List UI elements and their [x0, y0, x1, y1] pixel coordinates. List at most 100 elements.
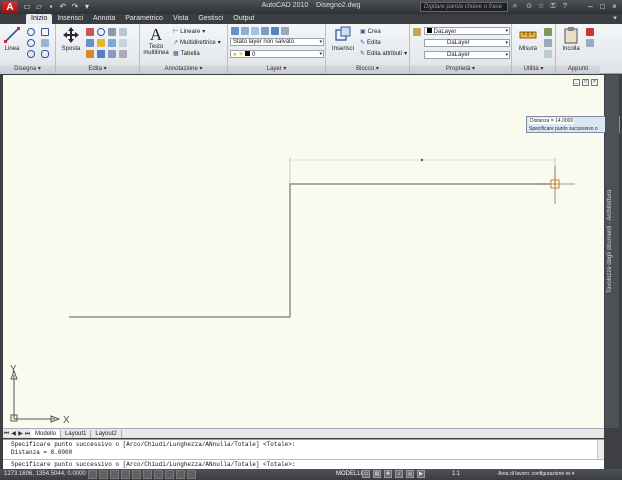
- polar-toggle[interactable]: [121, 470, 130, 479]
- fillet-icon[interactable]: [97, 39, 105, 47]
- tab-inizio[interactable]: Inizio: [26, 14, 53, 24]
- calculator-icon[interactable]: [544, 39, 552, 47]
- qp-toggle[interactable]: [187, 470, 196, 479]
- search-icon[interactable]: ⌕: [510, 1, 520, 12]
- paste-button[interactable]: Incolla: [558, 26, 584, 52]
- move-button[interactable]: Sposta: [60, 26, 82, 52]
- array-icon[interactable]: [97, 50, 105, 58]
- close-icon[interactable]: ×: [609, 1, 620, 12]
- dynamic-distance-field[interactable]: Distanza = 14.0000: [529, 118, 575, 124]
- pan-icon[interactable]: ✥: [384, 470, 392, 478]
- tool-palette-strip[interactable]: Tavolozze degli strumenti · Architettura: [605, 75, 619, 428]
- quick-view-drawings-icon[interactable]: ▤: [373, 470, 381, 478]
- workspace-switcher[interactable]: Area di lavoro: configurazione ini ▾: [498, 471, 574, 477]
- lwt-toggle[interactable]: [176, 470, 185, 479]
- tab-layout1[interactable]: Layout1: [61, 429, 92, 438]
- insert-block-button[interactable]: Inserisci: [329, 26, 357, 52]
- drawing-area[interactable]: _ □ × Y X: [3, 75, 604, 428]
- showmotion-icon[interactable]: ▶: [417, 470, 425, 478]
- ortho-toggle[interactable]: [110, 470, 119, 479]
- quick-view-layouts-icon[interactable]: ▭: [362, 470, 370, 478]
- grid-toggle[interactable]: [99, 470, 108, 479]
- quick-select-icon[interactable]: [544, 28, 552, 36]
- rotate-icon[interactable]: [86, 28, 94, 36]
- first-tab-icon[interactable]: ⏮: [3, 430, 10, 438]
- tab-gestisci[interactable]: Gestisci: [193, 14, 228, 24]
- panel-title-edita[interactable]: Edita ▾: [56, 65, 139, 74]
- binoculars-icon[interactable]: ⊙: [524, 1, 534, 12]
- polyline[interactable]: [69, 183, 551, 318]
- star-icon[interactable]: ☆: [536, 1, 546, 12]
- layer-freeze-icon[interactable]: [271, 27, 279, 35]
- cut-icon[interactable]: [586, 28, 594, 36]
- tab-parametrico[interactable]: Parametrico: [120, 14, 168, 24]
- command-line[interactable]: Specificare punto successivo o [Arco/Chi…: [3, 439, 604, 469]
- layer-isolate-icon[interactable]: [261, 27, 269, 35]
- layer-off-icon[interactable]: [251, 27, 259, 35]
- edit-block-button[interactable]: ✎ Edita: [360, 38, 381, 47]
- circle-icon[interactable]: [27, 39, 35, 47]
- edit-more-icon[interactable]: [119, 50, 127, 58]
- command-prompt[interactable]: Specificare punto successivo o [Arco/Chi…: [11, 461, 295, 468]
- layer-properties-icon[interactable]: [231, 27, 239, 35]
- panel-title-utilita[interactable]: Utilità ▾: [512, 65, 555, 74]
- color-dropdown[interactable]: DaLayer ▾: [424, 27, 510, 35]
- layer-dropdown[interactable]: ● ☀ 0 ▾: [230, 50, 324, 58]
- next-tab-icon[interactable]: ▶: [17, 430, 24, 438]
- panel-title-proprieta[interactable]: Proprietà ▾: [410, 65, 511, 74]
- tab-vista[interactable]: Vista: [168, 14, 193, 24]
- help-icon[interactable]: ?: [560, 1, 570, 12]
- line-button[interactable]: Linea: [3, 26, 21, 52]
- linetype-dropdown[interactable]: DaLayer ▾: [424, 39, 510, 47]
- copy-icon[interactable]: [119, 28, 127, 36]
- stretch-icon[interactable]: [119, 39, 127, 47]
- panel-title-annotazione[interactable]: Annotazione ▾: [140, 65, 227, 74]
- linear-dimension-button[interactable]: ⊢ Lineare ▾: [173, 27, 205, 36]
- tab-inserisci[interactable]: Inserisci: [52, 14, 88, 24]
- table-button[interactable]: ▦ Tabella: [173, 49, 200, 58]
- key-icon[interactable]: ⚿: [548, 1, 558, 12]
- ellipse-icon[interactable]: [41, 50, 49, 58]
- maximize-icon[interactable]: □: [597, 1, 608, 12]
- copy-clip-icon[interactable]: [586, 39, 594, 47]
- trim-icon[interactable]: [97, 28, 105, 36]
- hatch-icon[interactable]: [41, 39, 49, 47]
- offset-icon[interactable]: [108, 50, 116, 58]
- scale-icon[interactable]: [86, 50, 94, 58]
- ribbon-minimize-icon[interactable]: ▾: [610, 14, 620, 24]
- tab-annota[interactable]: Annota: [88, 14, 120, 24]
- explode-icon[interactable]: [108, 39, 116, 47]
- prev-tab-icon[interactable]: ◀: [10, 430, 17, 438]
- tab-output[interactable]: Output: [228, 14, 259, 24]
- mirror-icon[interactable]: [86, 39, 94, 47]
- id-point-icon[interactable]: [544, 50, 552, 58]
- search-input[interactable]: Digitare parola chiave o frase: [420, 2, 508, 12]
- layer-state-dropdown[interactable]: Stato layer non salvato ▾: [230, 38, 324, 46]
- tab-layout2[interactable]: Layout2: [91, 429, 122, 438]
- multiline-text-button[interactable]: A Testo multilinea: [142, 26, 170, 57]
- tab-modello[interactable]: Modello: [31, 429, 62, 438]
- last-tab-icon[interactable]: ⏭: [24, 430, 31, 438]
- cursor-coordinates[interactable]: 1273.1606, 1354.5044, 0.0000: [4, 471, 86, 477]
- panel-title-appunti[interactable]: Appunti: [556, 65, 600, 74]
- ducs-toggle[interactable]: [154, 470, 163, 479]
- match-properties-icon[interactable]: [413, 28, 421, 36]
- osnap-toggle[interactable]: [132, 470, 141, 479]
- minimize-icon[interactable]: –: [585, 1, 596, 12]
- rectangle-icon[interactable]: [41, 28, 49, 36]
- panel-title-layer[interactable]: Layer ▾: [228, 65, 325, 74]
- multileader-button[interactable]: ↗ Multidirettrice ▾: [173, 38, 221, 47]
- zoom-icon[interactable]: ⌕: [395, 470, 403, 478]
- layer-lock-icon[interactable]: [281, 27, 289, 35]
- polyline-icon[interactable]: [27, 28, 35, 36]
- create-block-button[interactable]: ▣ Crea: [360, 27, 381, 36]
- panel-title-disegna[interactable]: Disegna ▾: [0, 65, 55, 74]
- panel-title-blocco[interactable]: Blocco ▾: [326, 65, 409, 74]
- dyn-toggle[interactable]: [165, 470, 174, 479]
- otrack-toggle[interactable]: [143, 470, 152, 479]
- measure-button[interactable]: Misura: [514, 26, 542, 52]
- lineweight-dropdown[interactable]: DaLayer ▾: [424, 51, 510, 59]
- snap-toggle[interactable]: [88, 470, 97, 479]
- command-scrollbar[interactable]: [597, 440, 604, 459]
- erase-icon[interactable]: [108, 28, 116, 36]
